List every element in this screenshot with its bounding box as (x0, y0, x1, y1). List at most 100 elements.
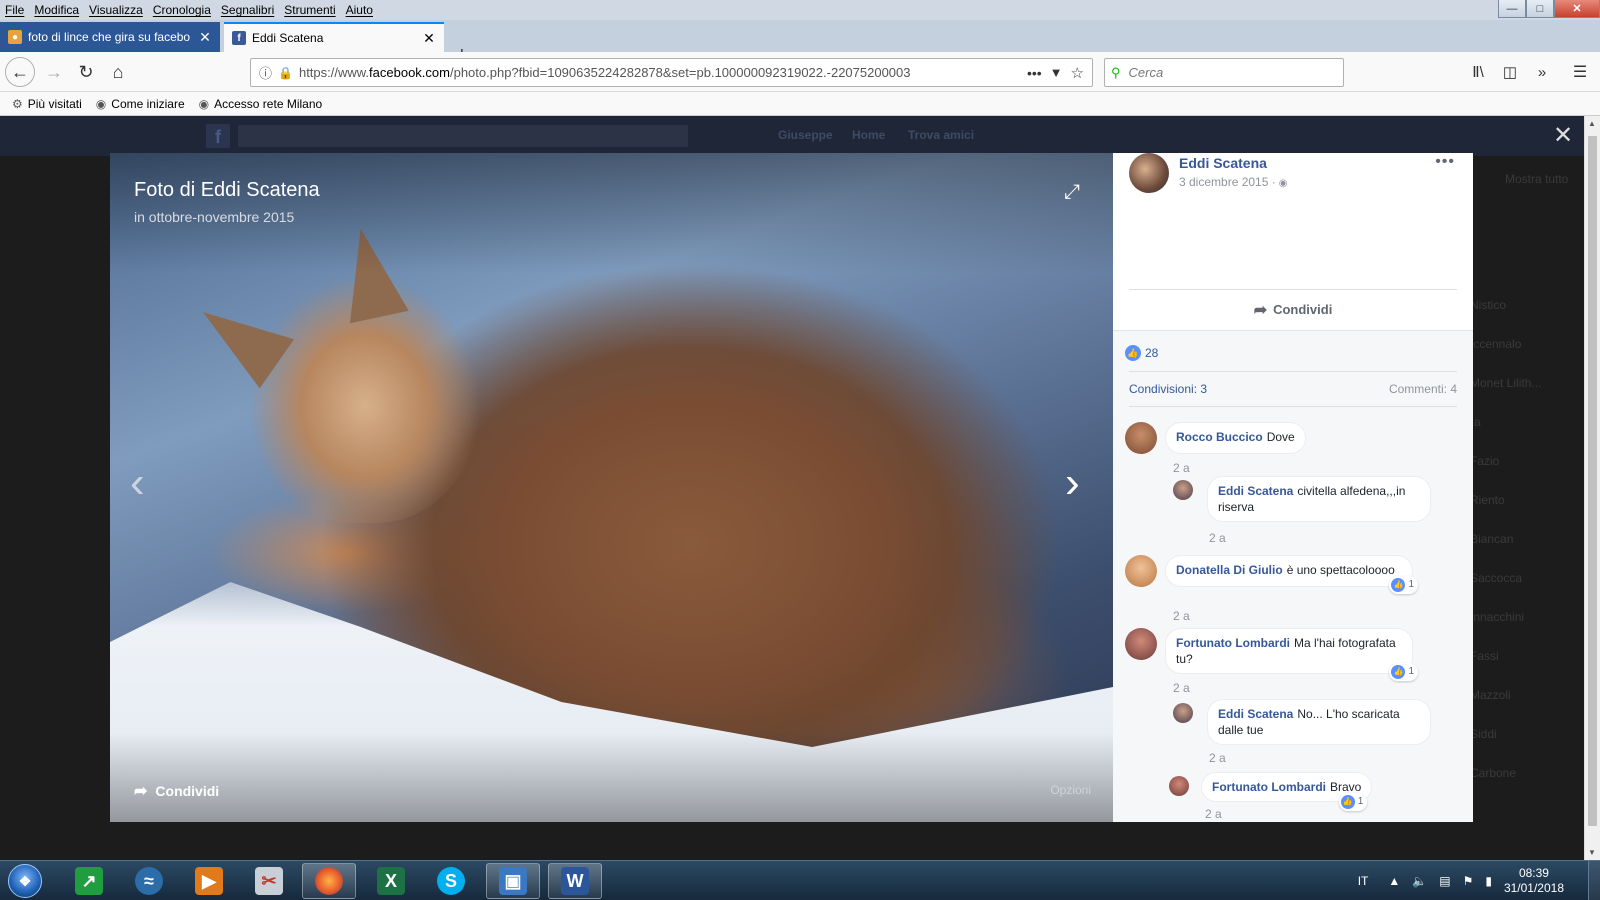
photo-share-button[interactable]: ➦ Condividi (134, 781, 219, 801)
comment-time[interactable]: 2 a (1209, 751, 1226, 765)
post-date[interactable]: 3 dicembre 2015 · ◉ (1179, 175, 1287, 189)
show-hidden-icons-icon[interactable]: ▲ (1388, 874, 1400, 888)
start-button[interactable]: ❖ (8, 864, 42, 898)
overflow-chevron-icon[interactable]: » (1528, 58, 1556, 86)
scroll-down-icon[interactable]: ▼ (1588, 848, 1596, 857)
pocket-icon[interactable]: ▼ (1050, 65, 1063, 80)
remote-desktop-icon[interactable]: ▣ (486, 863, 540, 899)
maximize-button[interactable]: □ (1526, 0, 1554, 18)
menu-aiuto[interactable]: Aiuto (341, 3, 378, 17)
menu-segnalibri[interactable]: Segnalibri (216, 3, 279, 17)
author-avatar[interactable] (1129, 153, 1169, 193)
tab-eddi-scatena[interactable]: f Eddi Scatena ✕ (224, 22, 444, 52)
comment-time[interactable]: 2 a (1209, 531, 1226, 545)
shares-count[interactable]: Condivisioni: 3 (1129, 382, 1207, 396)
comment-time[interactable]: 2 a (1173, 681, 1190, 695)
skype-icon[interactable]: S (424, 863, 478, 899)
clock[interactable]: 08:39 31/01/2018 (1504, 866, 1564, 896)
show-desktop-button[interactable] (1588, 861, 1600, 900)
tab-close-icon[interactable]: ✕ (198, 29, 212, 46)
likes-count[interactable]: 👍 28 (1125, 345, 1158, 361)
menu-cronologia[interactable]: Cronologia (148, 3, 216, 17)
dim-contact: Innacchini (1470, 610, 1525, 624)
forward-icon[interactable]: → (40, 58, 68, 86)
hamburger-menu-icon[interactable]: ☰ (1566, 58, 1594, 86)
comment-author[interactable]: Eddi Scatena (1218, 484, 1293, 498)
comment-author[interactable]: Fortunato Lombardi (1176, 636, 1290, 650)
scrollbar-thumb[interactable] (1588, 136, 1597, 826)
commenter-avatar[interactable] (1125, 422, 1157, 454)
post-author-name[interactable]: Eddi Scatena (1179, 155, 1267, 171)
previous-photo-chevron-icon[interactable]: ‹ (130, 458, 145, 508)
comment-time[interactable]: 2 a (1205, 807, 1222, 821)
comment-reactions[interactable]: 👍 1 (1389, 576, 1418, 594)
page-actions-icon[interactable]: ••• (1027, 65, 1042, 81)
window-close-button[interactable]: ✕ (1554, 0, 1600, 18)
wifi-app-icon[interactable]: ≈ (122, 863, 176, 899)
next-photo-chevron-icon[interactable]: › (1065, 458, 1080, 508)
menu-modifica[interactable]: Modifica (29, 3, 84, 17)
media-player-icon[interactable]: ▶ (182, 863, 236, 899)
library-icon[interactable]: Ⅱ\ (1464, 58, 1492, 86)
windows-taskbar: ❖ ↗ ≈ ▶ ✂ X S ▣ W IT ▲ 🔈 ▤ ⚑ ▮ 08:39 31/… (0, 860, 1600, 900)
firefox-icon[interactable] (302, 863, 356, 899)
url-bar[interactable]: ⓘ 🔒 https://www.facebook.com/photo.php?f… (250, 58, 1093, 87)
photo-title: Foto di Eddi Scatena (134, 179, 320, 201)
stocks-app-icon[interactable]: ↗ (62, 863, 116, 899)
comment-bubble: Eddi Scatena No... L'ho scaricata dalle t… (1207, 699, 1431, 745)
comment-author[interactable]: Donatella Di Giulio (1176, 563, 1283, 577)
tab-search-results[interactable]: ● foto di lince che gira su facebo ✕ (0, 22, 220, 52)
comment-reactions[interactable]: 👍 1 (1389, 663, 1418, 681)
close-viewer-icon[interactable]: ✕ (1553, 124, 1573, 148)
bookmark-star-icon[interactable]: ☆ (1071, 64, 1084, 82)
power-icon[interactable]: ▮ (1485, 874, 1492, 888)
language-indicator[interactable]: IT (1358, 874, 1369, 888)
commenter-avatar[interactable] (1125, 555, 1157, 587)
info-icon[interactable]: ⓘ (259, 63, 272, 82)
bookmark-accesso-rete[interactable]: ◉ Accesso rete Milano (199, 97, 323, 111)
menu-file[interactable]: File (0, 3, 29, 17)
minimize-button[interactable]: — (1498, 0, 1526, 18)
tab-title: foto di lince che gira su facebo (28, 30, 191, 44)
menu-visualizza[interactable]: Visualizza (84, 3, 148, 17)
bookmark-getting-started[interactable]: ◉ Come iniziare (96, 97, 185, 111)
photo-bottom-shade (110, 732, 1113, 822)
facebook-search-dimmed (238, 125, 688, 147)
comment-author[interactable]: Rocco Buccico (1176, 430, 1263, 444)
page-scrollbar[interactable]: ▲ ▼ (1584, 116, 1600, 860)
back-icon[interactable]: ← (5, 57, 35, 87)
home-icon[interactable]: ⌂ (104, 58, 132, 86)
network-signal-icon[interactable]: ▤ (1439, 874, 1450, 888)
commenter-avatar[interactable] (1169, 776, 1189, 796)
comment-time[interactable]: 2 a (1173, 609, 1190, 623)
commenter-avatar[interactable] (1173, 703, 1193, 723)
search-bar[interactable]: ⚲ Cerca (1104, 58, 1344, 87)
fullscreen-expand-icon[interactable]: ⤢ (1064, 181, 1080, 204)
commenter-avatar[interactable] (1173, 480, 1193, 500)
reload-icon[interactable]: ↻ (72, 58, 100, 86)
action-center-flag-icon[interactable]: ⚑ (1463, 874, 1474, 888)
commenter-avatar[interactable] (1125, 628, 1157, 660)
more-options-icon[interactable]: ••• (1435, 153, 1455, 171)
share-arrow-icon: ➦ (134, 783, 148, 800)
bookmark-most-visited[interactable]: ⚙ Più visitati (12, 97, 82, 111)
scroll-up-icon[interactable]: ▲ (1588, 119, 1596, 128)
comment-author[interactable]: Eddi Scatena (1218, 707, 1293, 721)
tab-close-icon[interactable]: ✕ (422, 30, 436, 47)
url-text[interactable]: https://www.facebook.com/photo.php?fbid=… (299, 65, 1019, 80)
menu-strumenti[interactable]: Strumenti (279, 3, 340, 17)
photo-options-button[interactable]: Opzioni (1050, 783, 1091, 797)
comment-reactions[interactable]: 👍 1 (1338, 793, 1368, 811)
snipping-tool-icon[interactable]: ✂ (242, 863, 296, 899)
volume-icon[interactable]: 🔈 (1412, 874, 1427, 888)
dim-contact: Fassi (1470, 649, 1499, 663)
sidebar-icon[interactable]: ◫ (1496, 58, 1524, 86)
comment-time[interactable]: 2 a (1173, 461, 1190, 475)
word-icon[interactable]: W (548, 863, 602, 899)
excel-icon[interactable]: X (364, 863, 418, 899)
comments-count[interactable]: Commenti: 4 (1389, 382, 1457, 396)
post-share-button[interactable]: ➦ Condividi (1129, 289, 1457, 329)
comment-author[interactable]: Fortunato Lombardi (1212, 780, 1326, 794)
lynx-photo[interactable]: Foto di Eddi Scatena in ottobre-novembre… (110, 153, 1113, 822)
photo-album-subtitle[interactable]: in ottobre-novembre 2015 (134, 209, 294, 225)
